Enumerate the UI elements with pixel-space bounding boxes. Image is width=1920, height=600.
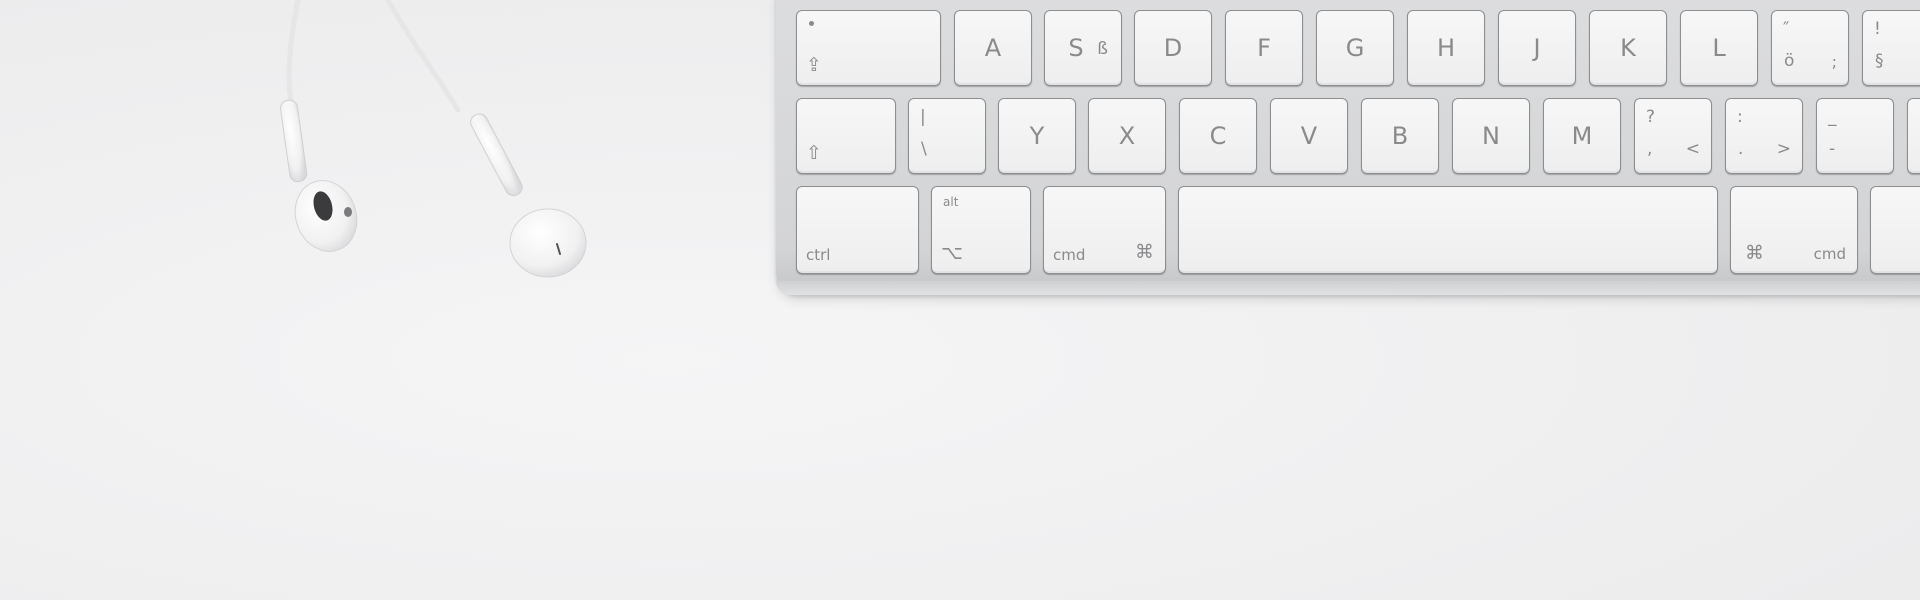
key-comma[interactable]: ? , <	[1634, 98, 1712, 174]
alt-option-key[interactable]: alt ⌥	[931, 186, 1031, 274]
key-c[interactable]: C	[1179, 98, 1257, 174]
caps-lock-indicator	[809, 21, 814, 26]
option-icon: ⌥	[941, 242, 963, 264]
key-pipe[interactable]: | \	[908, 98, 986, 174]
key-n[interactable]: N	[1452, 98, 1530, 174]
key-j[interactable]: J	[1498, 10, 1576, 86]
cmd-key-right[interactable]: ⌘ cmd	[1730, 186, 1858, 274]
key-h[interactable]: H	[1407, 10, 1485, 86]
key-quote-o-umlaut[interactable]: ″ ö ;	[1771, 10, 1849, 86]
right-shift-key[interactable]	[1907, 98, 1920, 174]
key-f[interactable]: F	[1225, 10, 1303, 86]
right-option-key[interactable]	[1870, 186, 1920, 274]
key-a[interactable]: A	[954, 10, 1032, 86]
key-b[interactable]: B	[1361, 98, 1439, 174]
shift-arrow-icon: ⇧	[806, 142, 822, 164]
key-d[interactable]: D	[1134, 10, 1212, 86]
earbud-cable-right	[385, 0, 461, 113]
key-period[interactable]: : . >	[1725, 98, 1803, 174]
shift-key[interactable]: ⇧	[796, 98, 896, 174]
key-m[interactable]: M	[1543, 98, 1621, 174]
command-icon: ⌘	[1135, 241, 1154, 263]
earbud-cable-left	[286, 0, 301, 108]
key-l[interactable]: L	[1680, 10, 1758, 86]
key-g[interactable]: G	[1316, 10, 1394, 86]
key-dash[interactable]: _ -	[1816, 98, 1894, 174]
caps-lock-arrow-icon: ⇪	[806, 54, 822, 76]
key-section[interactable]: ! §	[1862, 10, 1920, 86]
key-x[interactable]: X	[1088, 98, 1166, 174]
command-icon: ⌘	[1745, 242, 1764, 264]
key-k[interactable]: K	[1589, 10, 1667, 86]
keyboard-edge	[776, 281, 1920, 295]
key-y[interactable]: Y	[998, 98, 1076, 174]
space-bar[interactable]	[1178, 186, 1718, 274]
ctrl-key[interactable]: ctrl	[796, 186, 919, 274]
key-v[interactable]: V	[1270, 98, 1348, 174]
caps-lock-key[interactable]: ⇪	[796, 10, 941, 86]
cmd-key-left[interactable]: cmd ⌘	[1043, 186, 1166, 274]
earbud-right	[509, 208, 587, 278]
desk-surface: ⇪ A S ß D F G H J K L ″ ö ; ! § ⇧ | \ Y	[0, 0, 1920, 600]
keyboard: ⇪ A S ß D F G H J K L ″ ö ; ! § ⇧ | \ Y	[776, 0, 1920, 295]
earbuds-illustration	[280, 0, 587, 278]
key-s[interactable]: S ß	[1044, 10, 1122, 86]
